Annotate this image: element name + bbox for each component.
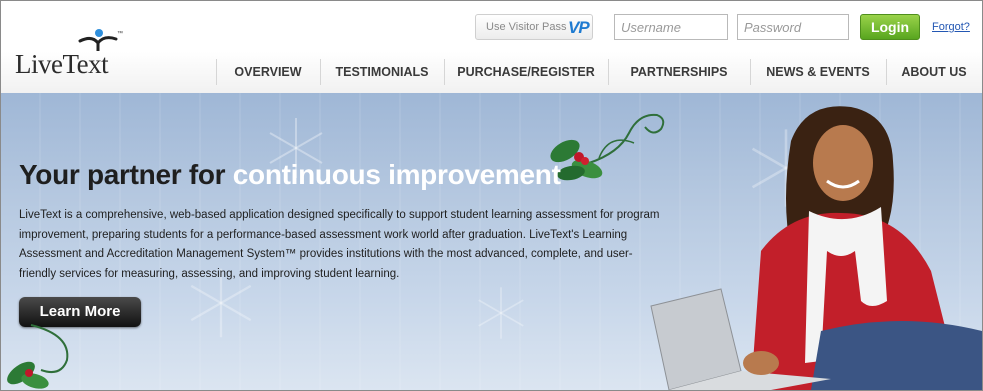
visitor-pass-icon: VP xyxy=(568,18,590,37)
main-nav: OVERVIEW TESTIMONIALS PURCHASE/REGISTER … xyxy=(216,57,982,87)
nav-item-overview[interactable]: OVERVIEW xyxy=(216,57,320,87)
livetext-logo[interactable]: ™ LiveText xyxy=(15,27,125,79)
nav-item-partnerships[interactable]: PARTNERSHIPS xyxy=(608,57,750,87)
hero-description: LiveText is a comprehensive, web-based a… xyxy=(19,209,660,280)
visitor-pass-label: Use Visitor Pass xyxy=(486,21,567,33)
hero-banner: Your partner for continuous improvement … xyxy=(1,93,982,390)
nav-item-purchase-register[interactable]: PURCHASE/REGISTER xyxy=(444,57,608,87)
visitor-pass-button[interactable]: Use Visitor Pass VP xyxy=(475,14,593,40)
username-input[interactable] xyxy=(614,14,728,40)
nav-item-about-us[interactable]: ABOUT US xyxy=(886,57,982,87)
headline-dark: Your partner for xyxy=(19,159,226,190)
headline-light: continuous improvement xyxy=(232,159,561,190)
logo-text: LiveText xyxy=(15,49,109,79)
forgot-password-link[interactable]: Forgot? xyxy=(932,21,970,33)
nav-item-news-events[interactable]: NEWS & EVENTS xyxy=(750,57,886,87)
student-photo xyxy=(650,106,982,390)
password-input[interactable] xyxy=(737,14,849,40)
nav-item-testimonials[interactable]: TESTIMONIALS xyxy=(320,57,444,87)
logo-trademark: ™ xyxy=(117,31,123,37)
login-button[interactable]: Login xyxy=(860,14,920,40)
site-header: ™ LiveText Use Visitor Pass VP Login For… xyxy=(1,1,982,93)
snowflake-icon xyxy=(478,287,524,339)
page-frame: ™ LiveText Use Visitor Pass VP Login For… xyxy=(0,0,983,391)
hero-headline: Your partner for continuous improvement xyxy=(19,159,561,191)
livetext-logo-icon xyxy=(78,29,118,51)
holly-icon xyxy=(7,324,69,389)
